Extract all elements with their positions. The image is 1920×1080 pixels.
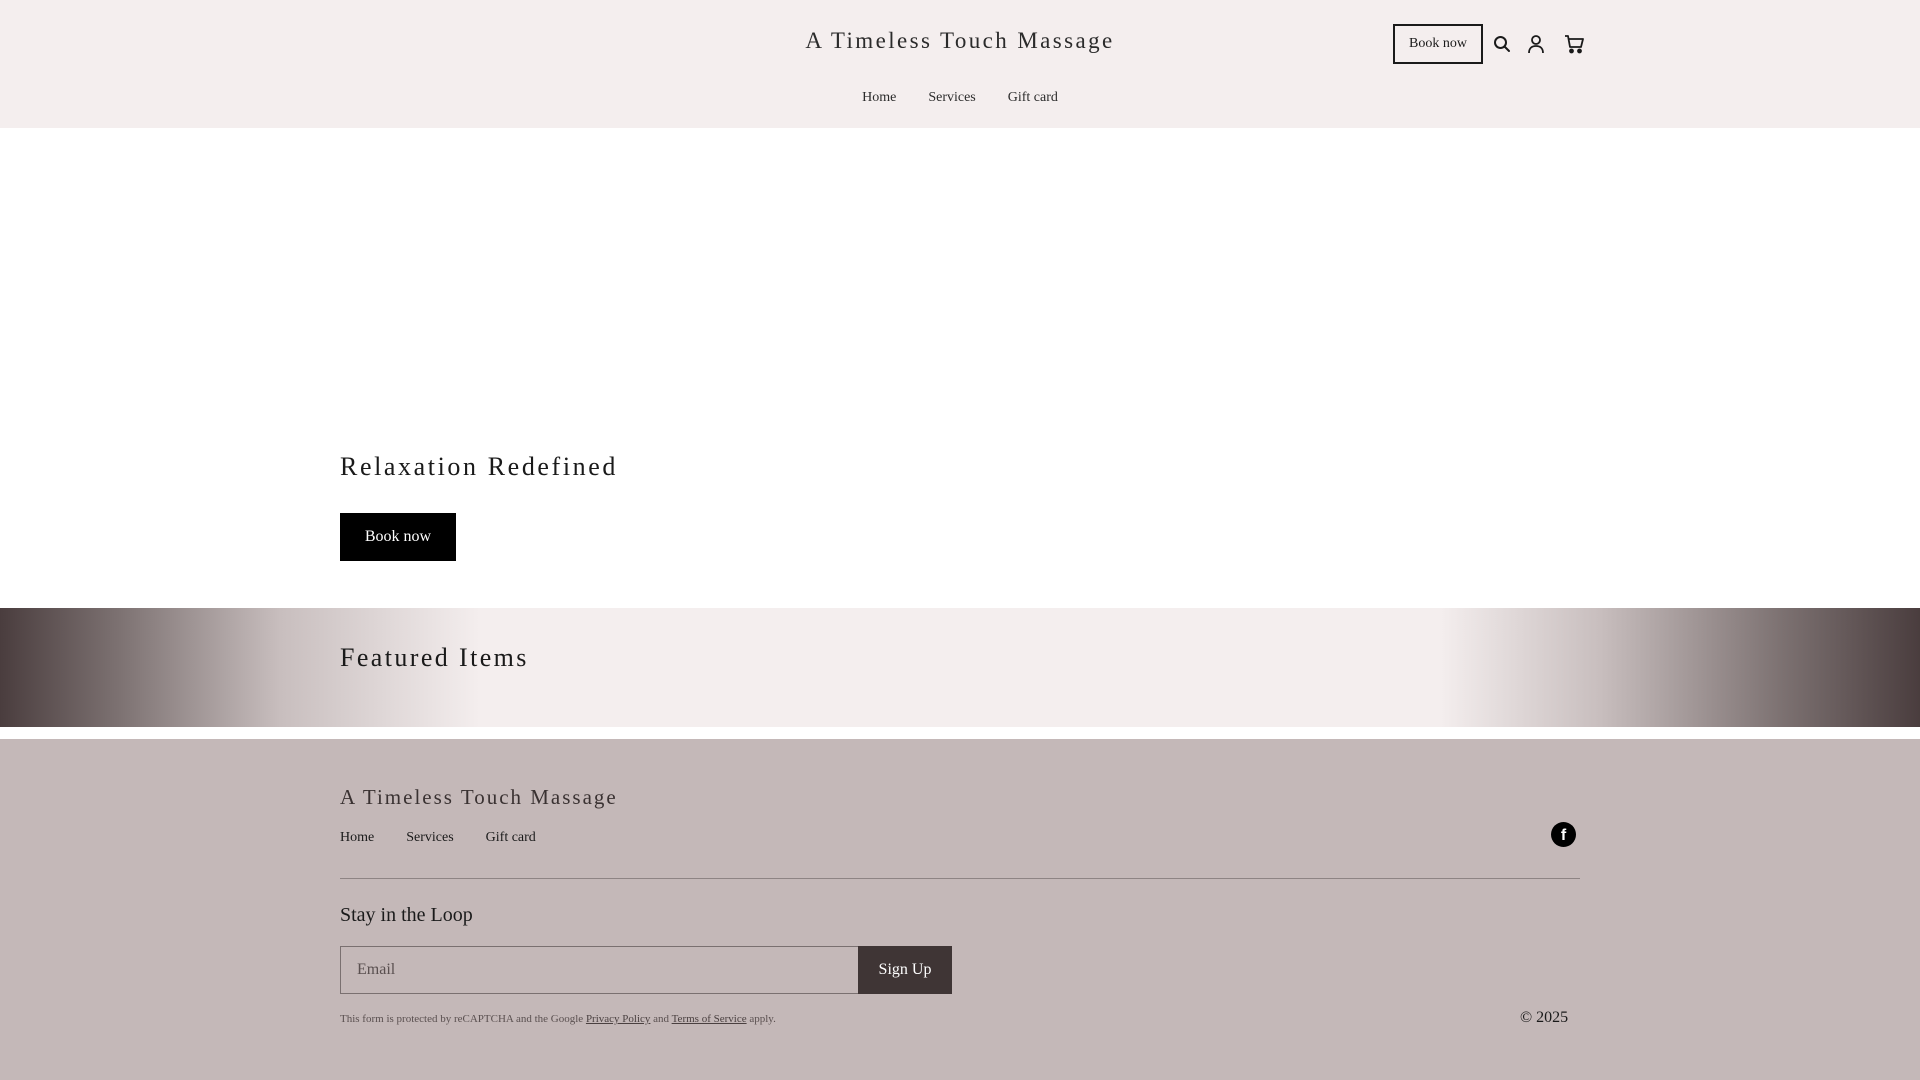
header-book-now-button[interactable]: Book now (1393, 24, 1483, 64)
sign-up-button[interactable]: Sign Up (858, 946, 952, 994)
privacy-policy-link[interactable]: Privacy Policy (586, 1013, 650, 1025)
featured-title: Featured Items (340, 643, 529, 672)
nav-home[interactable]: Home (846, 90, 912, 106)
footer-nav: Home Services Gift card (340, 830, 536, 846)
search-icon[interactable] (1485, 24, 1519, 64)
hero-section: Relaxation Redefined Book now (0, 128, 1920, 608)
footer-nav-services[interactable]: Services (406, 830, 453, 846)
terms-of-service-link[interactable]: Terms of Service (672, 1013, 747, 1025)
footer-brand[interactable]: A Timeless Touch Massage (340, 785, 618, 810)
footer-divider (340, 878, 1580, 879)
featured-section: Featured Items (0, 608, 1920, 727)
copyright: © 2025 (1520, 1009, 1569, 1026)
nav-gift-card[interactable]: Gift card (992, 90, 1074, 106)
cart-icon[interactable] (1557, 24, 1591, 64)
account-icon[interactable] (1519, 24, 1553, 64)
hero-title: Relaxation Redefined (340, 452, 618, 481)
footer-nav-home[interactable]: Home (340, 830, 374, 846)
recaptcha-and: and (653, 1013, 670, 1025)
nav-services[interactable]: Services (912, 90, 991, 106)
site-footer: A Timeless Touch Massage Home Services G… (0, 739, 1920, 1080)
facebook-icon[interactable]: f (1551, 822, 1576, 847)
recaptcha-suffix: apply. (749, 1013, 776, 1025)
footer-nav-gift-card[interactable]: Gift card (486, 830, 536, 846)
newsletter-title: Stay in the Loop (340, 904, 473, 926)
recaptcha-notice: This form is protected by reCAPTCHA and … (340, 1013, 776, 1025)
email-field[interactable] (340, 946, 859, 994)
header-actions: Book now (1393, 24, 1591, 64)
main-nav: Home Services Gift card (0, 90, 1920, 106)
site-brand[interactable]: A Timeless Touch Massage (0, 28, 1920, 54)
hero-book-now-button[interactable]: Book now (340, 513, 456, 561)
site-header: A Timeless Touch Massage Book now Home S… (0, 0, 1920, 128)
recaptcha-prefix: This form is protected by reCAPTCHA and … (340, 1013, 584, 1025)
